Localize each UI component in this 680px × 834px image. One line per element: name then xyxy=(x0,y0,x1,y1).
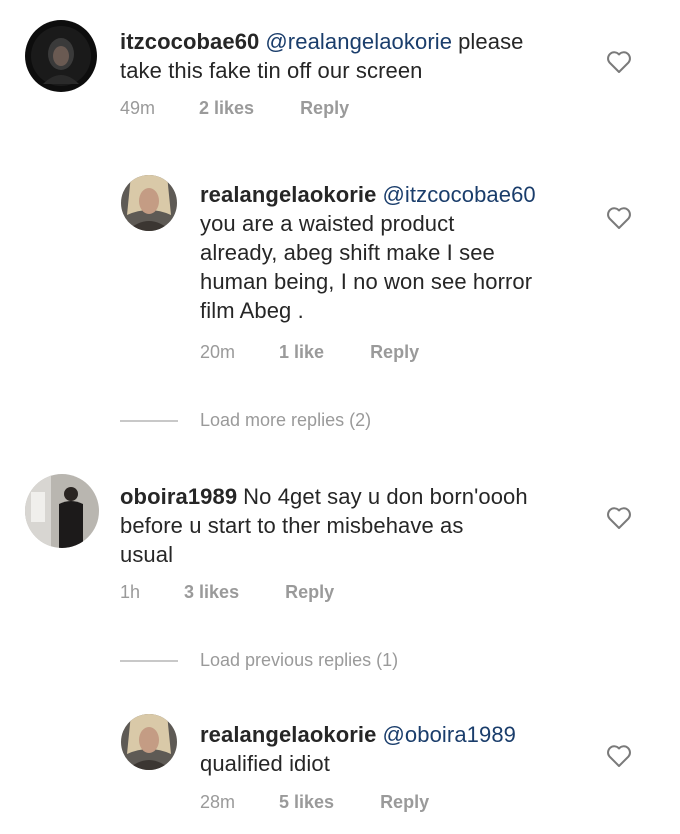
avatar[interactable] xyxy=(121,714,177,770)
divider-line xyxy=(120,660,178,663)
comment-meta: 20m 1 like Reply xyxy=(200,342,419,363)
divider-line xyxy=(120,420,178,423)
comment-likes[interactable]: 3 likes xyxy=(184,582,239,603)
comment-meta: 1h 3 likes Reply xyxy=(120,582,334,603)
reply-button[interactable]: Reply xyxy=(285,582,334,603)
load-more-label[interactable]: Load more replies (2) xyxy=(200,410,371,430)
comment-text: itzcocobae60 @realangelaokorie please take… xyxy=(120,27,600,85)
comment-body-line: already, abeg shift make I see xyxy=(200,240,495,265)
comment-username[interactable]: itzcocobae60 xyxy=(120,29,259,54)
load-previous-label[interactable]: Load previous replies (1) xyxy=(200,650,398,670)
comment-likes[interactable]: 5 likes xyxy=(279,792,334,813)
heart-outline-icon[interactable] xyxy=(606,744,632,768)
comment-username[interactable]: realangelaokorie xyxy=(200,722,376,747)
load-more-replies-button[interactable]: Load more replies (2) xyxy=(120,410,371,431)
reply-button[interactable]: Reply xyxy=(370,342,419,363)
load-previous-replies-button[interactable]: Load previous replies (1) xyxy=(120,650,398,671)
comment-time: 49m xyxy=(120,98,156,118)
comment-mention[interactable]: @realangelaokorie xyxy=(265,29,452,54)
heart-outline-icon[interactable] xyxy=(606,50,632,74)
comment-mention[interactable]: @oboira1989 xyxy=(382,722,516,747)
comment-likes[interactable]: 2 likes xyxy=(199,98,254,119)
heart-outline-icon[interactable] xyxy=(606,506,632,530)
comment-body-line: qualified idiot xyxy=(200,751,330,776)
avatar[interactable] xyxy=(121,175,177,231)
comment-body-line: you are a waisted product xyxy=(200,211,455,236)
comment-username[interactable]: realangelaokorie xyxy=(200,182,376,207)
reply-button[interactable]: Reply xyxy=(300,98,349,119)
avatar[interactable] xyxy=(25,20,97,92)
heart-outline-icon[interactable] xyxy=(606,206,632,230)
comment-likes[interactable]: 1 like xyxy=(279,342,324,363)
comment-mention[interactable]: @itzcocobae60 xyxy=(382,182,535,207)
comment-body-line: before u start to ther misbehave as xyxy=(120,513,464,538)
comment-text: oboira1989 No 4get say u don born'oooh be… xyxy=(120,482,600,569)
comment-body-line: film Abeg . xyxy=(200,298,304,323)
avatar[interactable] xyxy=(25,474,99,548)
comment-body-line: take this fake tin off our screen xyxy=(120,58,423,83)
reply-button[interactable]: Reply xyxy=(380,792,429,813)
comment-time: 1h xyxy=(120,582,141,602)
comment-meta: 49m 2 likes Reply xyxy=(120,98,349,119)
comment-time: 28m xyxy=(200,792,236,812)
comment-body-line: human being, I no won see horror xyxy=(200,269,533,294)
comment-username[interactable]: oboira1989 xyxy=(120,484,237,509)
comment-time: 20m xyxy=(200,342,236,362)
comment-body-line: usual xyxy=(120,542,174,567)
comment-text: realangelaokorie @oboira1989 qualified id… xyxy=(200,720,600,778)
comment-body-line: please xyxy=(458,29,524,54)
comment-text: realangelaokorie @itzcocobae60 you are a … xyxy=(200,180,600,325)
comment-meta: 28m 5 likes Reply xyxy=(200,792,429,813)
comment-body-line: No 4get say u don born'oooh xyxy=(243,484,528,509)
